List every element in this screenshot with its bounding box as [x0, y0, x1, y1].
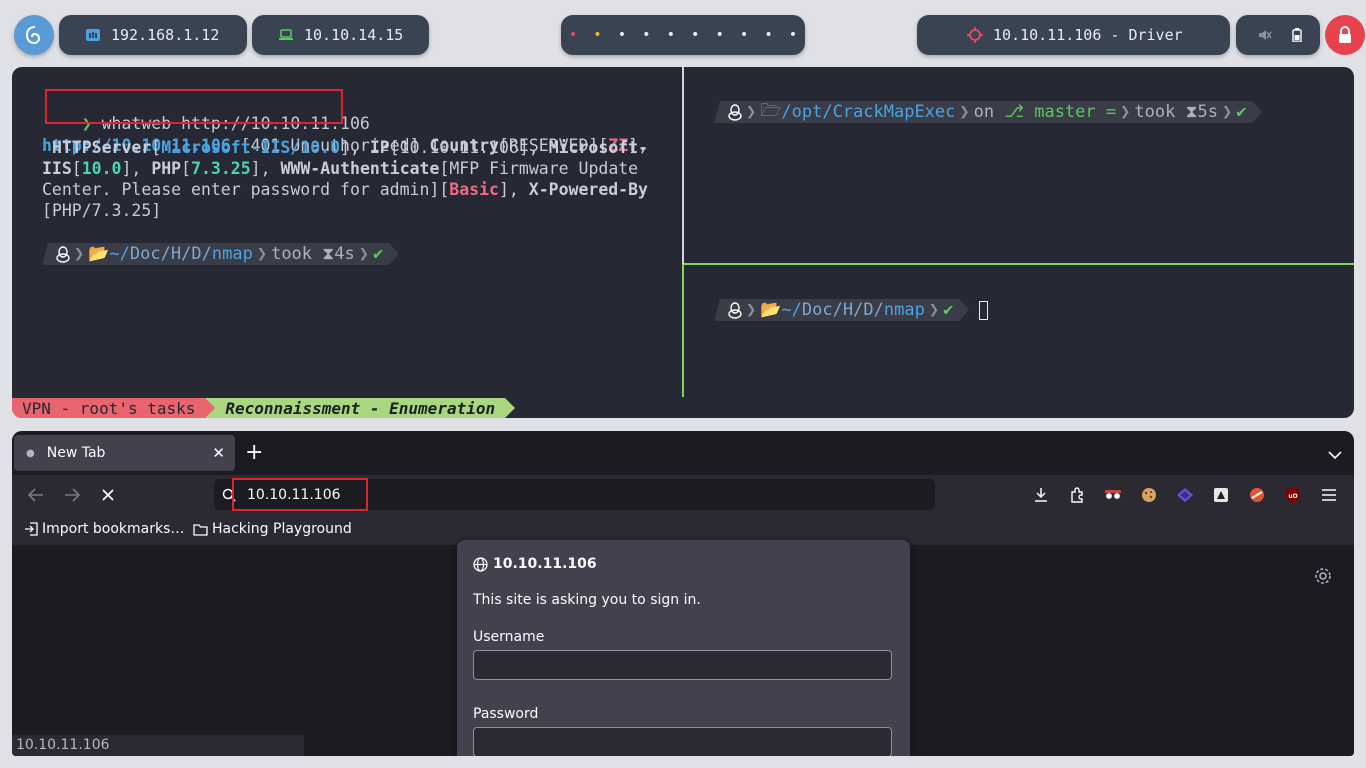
tab-loading-dot-icon: ● — [26, 447, 35, 459]
bookmark-import[interactable]: Import bookmarks… — [24, 521, 184, 537]
forward-arrow-icon[interactable] — [60, 483, 84, 507]
nav-bar: 10.10.11.106 uO — [12, 475, 1354, 515]
launcher-button[interactable] — [14, 15, 54, 55]
workspace-4[interactable]: • — [642, 27, 650, 43]
workspace-8[interactable]: • — [740, 27, 748, 43]
success-icon: ✔ — [1236, 102, 1247, 122]
whatweb-output-line-5: [PHP/7.3.25] — [42, 201, 162, 220]
whatweb-output-line-3: IIS[10.0], PHP[7.3.25], WWW-Authenticate… — [42, 159, 639, 178]
vpn-ip-widget[interactable]: 10.10.14.15 — [252, 15, 429, 55]
network-icon — [85, 27, 101, 43]
battery-icon[interactable] — [1292, 28, 1302, 42]
workspace-2[interactable]: • — [593, 27, 601, 43]
volume-muted-icon[interactable] — [1258, 28, 1272, 42]
lan-ip-text: 192.168.1.12 — [111, 26, 220, 44]
target-text: 10.10.11.106 - Driver — [993, 26, 1183, 44]
url-highlight — [232, 478, 368, 511]
extension-hacktools-icon[interactable] — [1209, 483, 1233, 507]
crosshair-icon — [967, 27, 983, 43]
pane-divider-vertical-active — [682, 264, 684, 397]
whatweb-output-line-4: Center. Please enter password for admin]… — [42, 180, 648, 199]
menu-hamburger-icon[interactable] — [1317, 483, 1341, 507]
workspace-3[interactable]: • — [618, 27, 626, 43]
whatweb-output-line-2: HTTPServer[Microsoft-IIS/10.0], IP[10.10… — [51, 138, 649, 157]
vpn-ip-text: 10.10.14.15 — [304, 26, 404, 44]
extension-ublock-icon[interactable]: uO — [1281, 483, 1305, 507]
pane-divider-horizontal — [684, 263, 1354, 265]
extension-cookie-icon[interactable] — [1137, 483, 1161, 507]
hourglass-icon: ⧗ — [1185, 102, 1198, 122]
workspace-10[interactable]: • — [789, 27, 797, 43]
folder-icon: 📂 — [88, 244, 110, 264]
workspace-6[interactable]: • — [691, 27, 699, 43]
hourglass-icon: ⧗ — [322, 244, 335, 264]
workspace-switcher[interactable]: • • • • • • • • • • — [561, 15, 805, 55]
dialog-message: This site is asking you to sign in. — [473, 592, 701, 608]
target-widget[interactable]: 10.10.11.106 - Driver — [917, 15, 1230, 55]
system-tray[interactable] — [1236, 15, 1320, 55]
workspace-5[interactable]: • — [667, 27, 675, 43]
prompt-left: ❯ 📂 ~/Doc / H / D / nmap ❯ took ⧗ 4s ❯ ✔ — [42, 243, 400, 265]
tab-bar: ● New Tab ✕ + — [12, 431, 1354, 475]
extension-glasses-icon[interactable] — [1101, 483, 1125, 507]
status-session: VPN - root's tasks — [12, 398, 206, 418]
terminal-cursor — [979, 300, 989, 320]
terminal-window[interactable]: ❯ whatweb http://10.10.11.106 http://10.… — [12, 67, 1354, 418]
prompt-right-top: ❯ 🗁 / opt / CrackMapExec ❯ on ⎇ master = ❯ t… — [714, 101, 1263, 123]
debian-logo-icon — [25, 26, 41, 45]
close-tab-icon[interactable]: ✕ — [212, 444, 225, 462]
extension-wappalyzer-icon[interactable] — [1173, 483, 1197, 507]
auth-dialog: 10.10.11.106 This site is asking you to … — [457, 540, 910, 756]
lock-button[interactable] — [1325, 15, 1365, 55]
success-icon: ✔ — [372, 244, 384, 264]
workspace-1[interactable]: • — [569, 27, 577, 43]
folder-icon — [193, 523, 208, 536]
new-tab-button[interactable]: + — [245, 441, 263, 465]
prompt-right-bottom: ❯ 📂 ~/Doc / H / D / nmap ❯ ✔ — [714, 299, 989, 321]
command-highlight — [45, 89, 343, 124]
git-branch-icon: ⎇ — [1004, 102, 1024, 122]
tab-title: New Tab — [46, 445, 106, 461]
extension-foxyproxy-icon[interactable] — [1245, 483, 1269, 507]
dialog-host: 10.10.11.106 — [493, 556, 597, 572]
workspace-7[interactable]: • — [715, 27, 723, 43]
tab-new-tab[interactable]: ● New Tab ✕ — [14, 435, 235, 471]
laptop-icon — [278, 27, 294, 43]
password-label: Password — [473, 706, 539, 722]
linux-icon — [56, 245, 70, 263]
back-arrow-icon[interactable] — [24, 483, 48, 507]
pane-divider-vertical — [682, 67, 684, 264]
tmux-status-bar: VPN - root's tasks Reconnaissment - Enum… — [12, 398, 516, 418]
browser-window[interactable]: ● New Tab ✕ + 10.10.11.106 uO Import boo… — [12, 431, 1354, 756]
username-input[interactable] — [473, 650, 892, 680]
lan-ip-widget[interactable]: 192.168.1.12 — [59, 15, 247, 55]
lock-icon — [1339, 26, 1351, 43]
workspace-9[interactable]: • — [764, 27, 772, 43]
list-tabs-chevron-down-icon[interactable] — [1328, 445, 1342, 464]
success-icon: ✔ — [943, 300, 954, 320]
settings-gear-icon[interactable] — [1314, 567, 1332, 589]
folder-icon: 🗁 — [760, 100, 782, 121]
username-label: Username — [473, 629, 545, 645]
folder-icon: 📂 — [760, 300, 782, 320]
linux-icon — [728, 103, 742, 121]
password-input[interactable] — [473, 727, 892, 756]
dialog-header: 10.10.11.106 — [473, 556, 597, 572]
extensions-puzzle-icon[interactable] — [1065, 483, 1089, 507]
import-icon — [24, 522, 38, 536]
downloads-icon[interactable] — [1029, 483, 1053, 507]
status-window[interactable]: Reconnaissment - Enumeration — [215, 398, 506, 418]
status-url: 10.10.11.106 — [12, 735, 304, 756]
stop-loading-icon[interactable] — [96, 483, 120, 507]
linux-icon — [728, 301, 742, 319]
globe-icon — [473, 556, 488, 572]
bookmark-folder-hacking-playground[interactable]: Hacking Playground — [193, 521, 352, 537]
svg-text:uO: uO — [1288, 493, 1297, 500]
